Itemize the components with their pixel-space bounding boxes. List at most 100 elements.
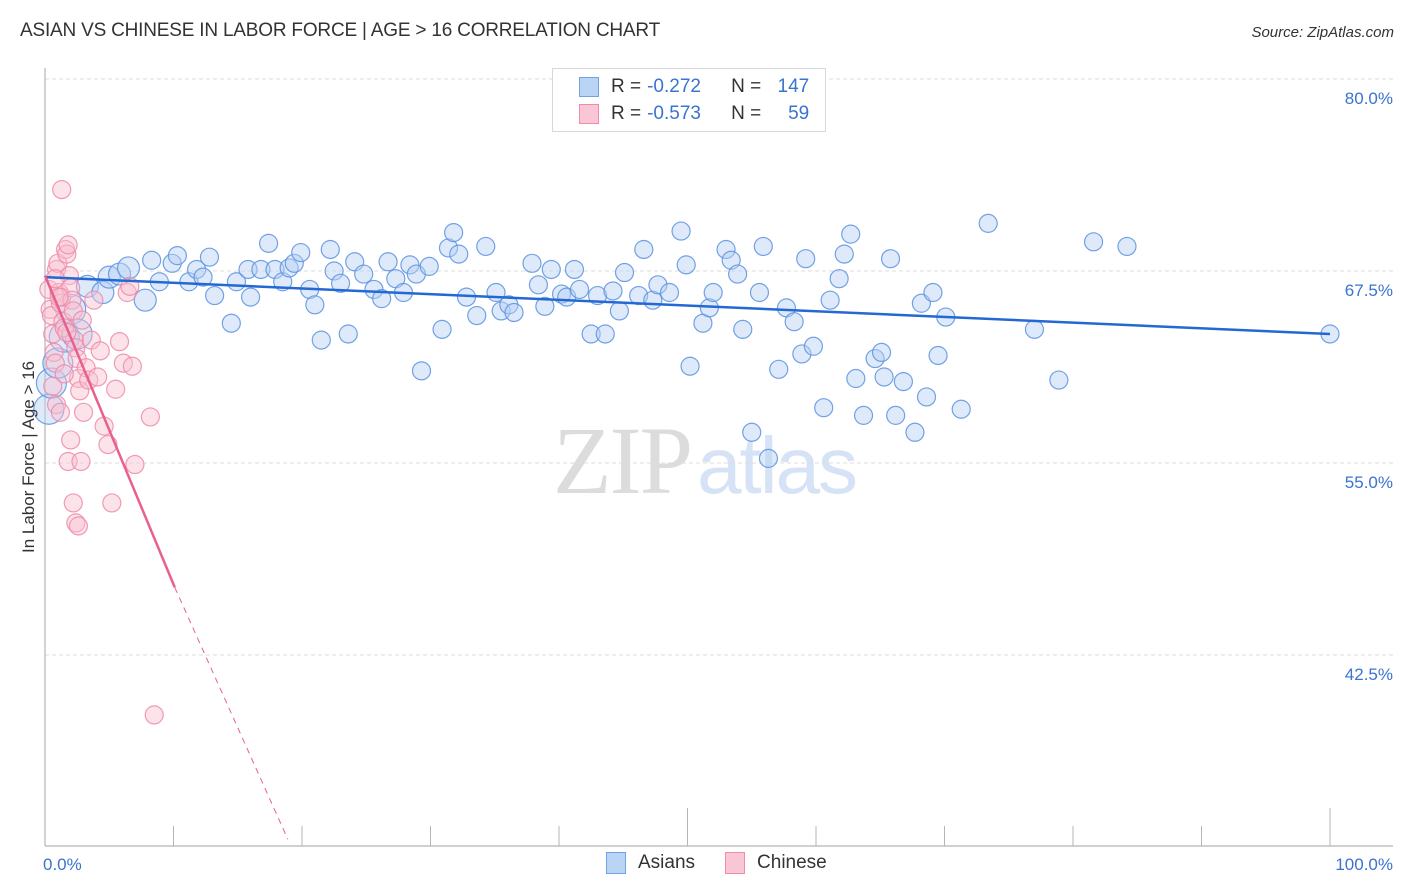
data-point	[144, 705, 164, 725]
data-point	[928, 345, 948, 366]
chinese-legend-label: Chinese	[757, 852, 827, 873]
data-point	[52, 179, 72, 200]
data-point	[814, 398, 834, 418]
data-point	[419, 256, 439, 276]
data-point	[411, 361, 432, 381]
y-tick-label: 42.5%	[1345, 665, 1393, 684]
data-point	[1024, 319, 1045, 339]
data-point	[603, 281, 623, 301]
chinese-trend-line	[43, 275, 176, 588]
data-point	[122, 356, 142, 376]
data-point	[769, 359, 789, 379]
data-point	[541, 259, 561, 280]
axes	[44, 68, 1393, 847]
data-point	[871, 342, 892, 363]
x-ticks	[173, 808, 1331, 846]
y-tick-labels: 80.0% 67.5% 55.0% 42.5%	[1345, 89, 1393, 684]
data-point	[886, 405, 906, 425]
data-point	[311, 330, 331, 350]
data-point	[354, 264, 374, 284]
data-point	[522, 253, 542, 273]
data-point	[923, 282, 943, 303]
data-point	[467, 305, 487, 326]
data-point	[634, 239, 654, 260]
data-point	[728, 264, 748, 284]
data-point	[88, 367, 108, 387]
data-point	[320, 239, 340, 260]
data-point	[1117, 236, 1137, 257]
data-point	[241, 287, 261, 307]
data-point	[444, 223, 464, 243]
data-point	[1083, 232, 1104, 252]
data-point	[90, 341, 110, 361]
y-tick-label: 55.0%	[1345, 473, 1393, 492]
data-point	[504, 302, 524, 323]
data-point	[659, 282, 680, 303]
n-label: N =	[731, 76, 762, 97]
data-point	[803, 336, 824, 356]
data-point	[1049, 370, 1069, 390]
y-tick-label: 67.5%	[1345, 281, 1393, 300]
data-point	[853, 405, 874, 425]
data-point	[846, 368, 866, 389]
legend-item-chinese[interactable]: Chinese	[725, 852, 827, 874]
data-point	[125, 454, 145, 475]
data-point	[874, 367, 894, 387]
asians-n-value: 147	[777, 76, 810, 97]
data-point	[199, 247, 220, 267]
legend-row-chinese: R = -0.573 N = 59	[579, 102, 809, 126]
chinese-swatch	[579, 104, 599, 124]
data-point	[564, 259, 585, 280]
stats-legend: R = -0.272 N = 147 R = -0.573 N = 59	[552, 68, 826, 132]
data-point	[109, 332, 130, 352]
data-point	[305, 295, 325, 315]
data-point	[102, 493, 122, 513]
chinese-r-value: -0.573	[647, 103, 701, 124]
data-point	[905, 422, 925, 442]
data-point	[142, 250, 162, 270]
data-point	[378, 252, 398, 272]
asians-legend-label: Asians	[638, 852, 696, 873]
data-point	[742, 422, 762, 442]
data-point	[528, 275, 549, 295]
data-point	[54, 364, 74, 384]
asians-points	[33, 213, 1340, 468]
data-point	[841, 224, 861, 244]
r-label: R =	[611, 103, 642, 124]
data-point	[71, 451, 91, 472]
data-point	[880, 249, 901, 269]
data-point	[106, 379, 126, 399]
asians-swatch	[579, 77, 599, 97]
data-point	[140, 407, 160, 427]
data-point	[205, 285, 225, 306]
data-point	[116, 256, 141, 280]
scatter-plot: 80.0% 67.5% 55.0% 42.5% 0.0% 100.0% In Labo…	[19, 68, 1393, 874]
data-point	[676, 255, 696, 275]
data-point	[671, 221, 691, 241]
data-point	[221, 313, 241, 333]
data-point	[733, 319, 753, 339]
data-point	[167, 246, 187, 266]
asians-legend-swatch	[606, 852, 626, 874]
y-tick-label: 80.0%	[1345, 89, 1393, 108]
data-point	[614, 262, 635, 283]
data-point	[63, 493, 83, 513]
data-point	[338, 324, 358, 344]
data-point	[569, 279, 590, 300]
data-point	[68, 516, 89, 536]
data-point	[476, 236, 496, 257]
data-point	[61, 430, 81, 450]
legend-item-asians[interactable]: Asians	[606, 852, 695, 874]
data-point	[432, 319, 452, 339]
data-point	[703, 282, 723, 303]
data-point	[58, 235, 78, 255]
data-point	[829, 269, 849, 289]
n-label: N =	[731, 103, 762, 124]
data-point	[258, 233, 279, 253]
data-point	[978, 213, 998, 233]
data-point	[50, 402, 71, 422]
legend-row-asians: R = -0.272 N = 147	[579, 75, 809, 99]
grid-lines	[45, 78, 1393, 656]
data-point	[449, 244, 469, 264]
data-point	[749, 282, 770, 303]
